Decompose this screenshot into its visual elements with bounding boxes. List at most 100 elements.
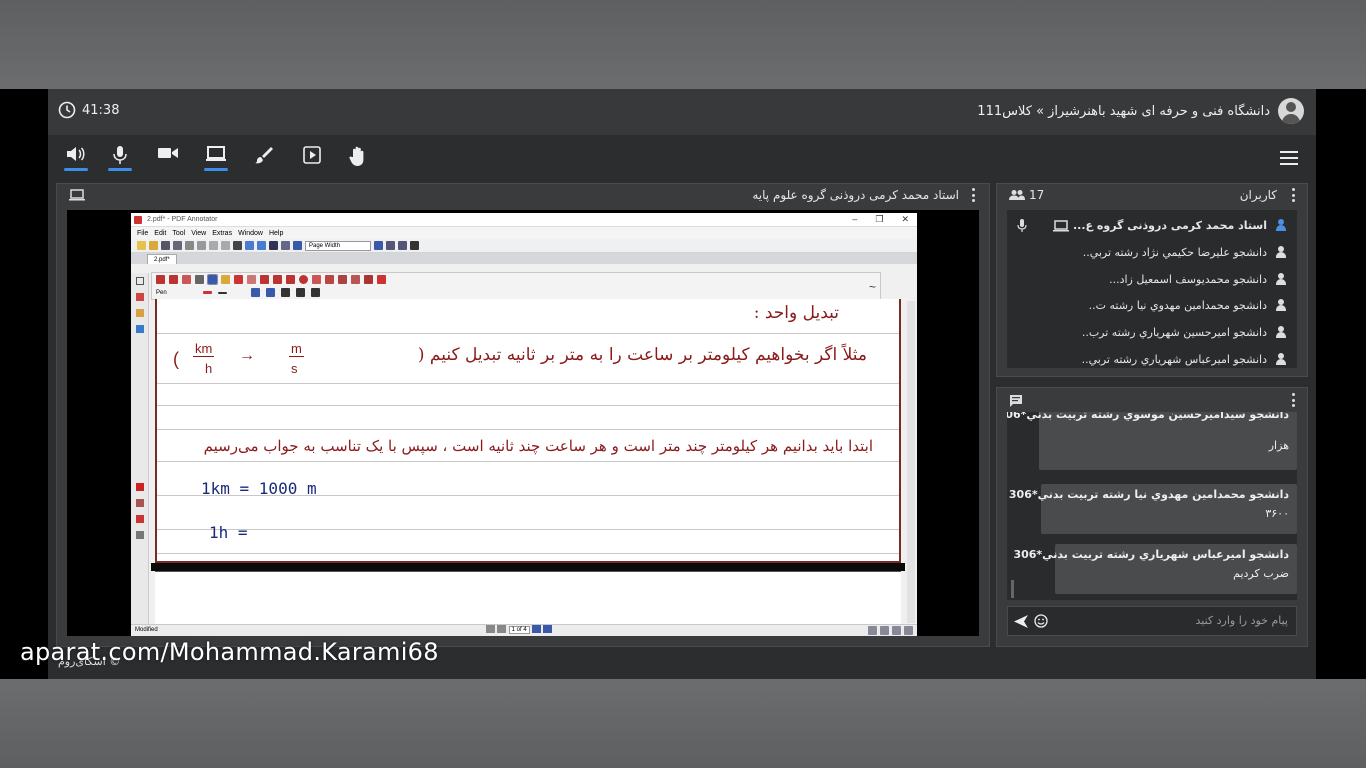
menu-tool[interactable]: Tool — [172, 230, 185, 237]
list-item-host[interactable]: استاد محمد کرمی دروذنی گروه ع... — [1073, 212, 1287, 238]
copy-icon[interactable] — [209, 241, 218, 250]
menu-window[interactable]: Window — [238, 230, 263, 237]
save-icon[interactable] — [161, 241, 170, 250]
ruler-icon[interactable] — [135, 531, 144, 539]
screen-share-icon[interactable] — [204, 145, 228, 171]
zoom-tool-icon[interactable] — [195, 275, 204, 284]
single-page-view-icon[interactable] — [868, 626, 877, 635]
text-box-icon[interactable] — [247, 275, 256, 284]
chat-messages: دانشجو سيداميرحسين موسوي رشته تربيت بدني… — [1007, 412, 1297, 600]
fullscreen-icon[interactable] — [410, 241, 419, 250]
next-page-icon[interactable] — [532, 625, 542, 634]
zoom-select[interactable]: Page Width — [305, 240, 371, 251]
zoom-in-icon[interactable] — [374, 241, 383, 250]
arrow-tool-icon[interactable] — [273, 275, 282, 284]
eraser-icon[interactable] — [182, 275, 191, 284]
pen-tool-icon[interactable] — [207, 274, 218, 285]
raise-hand-icon[interactable] — [346, 145, 370, 171]
paste-icon[interactable] — [221, 241, 230, 250]
list-item[interactable]: دانشجو محمدامين مهدوي نيا رشته ت.. — [1089, 292, 1287, 318]
prev-page-icon[interactable] — [497, 625, 506, 634]
stamp-tool-icon[interactable] — [234, 275, 243, 284]
line-style-icon[interactable] — [217, 291, 227, 294]
maximize-icon[interactable]: ❐ — [875, 214, 883, 225]
chat-input[interactable]: پیام خود را وارد کنید — [1007, 606, 1297, 636]
pressure-icon[interactable] — [265, 288, 275, 297]
smooth-icon[interactable] — [250, 288, 260, 297]
link-tool-icon[interactable] — [325, 275, 334, 284]
microphone-icon[interactable] — [108, 145, 132, 171]
heart-stamp-icon[interactable] — [135, 483, 144, 491]
avatar-icon[interactable] — [1278, 98, 1304, 124]
undo-icon[interactable] — [245, 241, 254, 250]
line-tool-icon[interactable] — [260, 275, 269, 284]
text2-tool-icon[interactable] — [295, 288, 305, 297]
save-all-icon[interactable] — [173, 241, 182, 250]
first-page-icon[interactable] — [486, 625, 495, 634]
menu-file[interactable]: File — [137, 230, 148, 237]
fit-page-icon[interactable] — [386, 241, 395, 250]
minimize-icon[interactable]: – — [852, 214, 857, 225]
highlighter-icon[interactable] — [135, 309, 144, 317]
chat-more-icon[interactable] — [1291, 393, 1295, 407]
delete-icon[interactable] — [233, 241, 242, 250]
monitor-icon[interactable] — [69, 189, 85, 201]
redo-icon[interactable] — [257, 241, 266, 250]
text-tool-icon[interactable] — [280, 288, 290, 297]
users-title: کاربران — [1239, 188, 1277, 202]
list-item[interactable]: دانشجو عليرضا حكيمي نژاد رشته تربي.. — [1083, 239, 1287, 265]
marker-tool-icon[interactable] — [364, 275, 373, 284]
ellipse-tool-icon[interactable] — [299, 275, 308, 284]
new-icon[interactable] — [137, 241, 146, 250]
image-icon[interactable] — [281, 241, 290, 250]
marker-icon[interactable] — [135, 499, 144, 507]
menu-icon[interactable] — [1280, 151, 1298, 165]
find-icon[interactable] — [269, 241, 278, 250]
image-tool-icon[interactable] — [338, 275, 347, 284]
close-icon[interactable]: ✕ — [901, 214, 909, 225]
two-page-view-icon[interactable] — [892, 626, 901, 635]
page-indicator[interactable]: 1 of 4 — [508, 626, 530, 634]
emoji-icon[interactable] — [1034, 614, 1048, 628]
list-item[interactable]: دانشجو اميرعباس شهرياري رشته تربي.. — [1082, 346, 1287, 368]
menu-extras[interactable]: Extras — [212, 230, 232, 237]
squiggle-icon[interactable]: ~ — [869, 280, 876, 294]
users-more-icon[interactable] — [1291, 188, 1295, 202]
list-item[interactable]: دانشجو محمديوسف اسمعيل زاد... — [1109, 266, 1287, 292]
pen-icon[interactable] — [135, 293, 144, 301]
open-icon[interactable] — [149, 241, 158, 250]
brush-icon[interactable] — [252, 145, 276, 171]
tab-document[interactable]: 2.pdf* — [147, 254, 177, 264]
chat-placeholder: پیام خود را وارد کنید — [1195, 614, 1288, 627]
last-page-icon[interactable] — [543, 625, 553, 634]
cut-icon[interactable] — [197, 241, 206, 250]
present-icon[interactable] — [300, 145, 324, 171]
zoom-out-icon[interactable] — [293, 241, 302, 250]
more-options-icon[interactable] — [971, 188, 975, 202]
heart-tool-icon[interactable] — [377, 275, 386, 284]
print-icon[interactable] — [185, 241, 194, 250]
continuous-view-icon[interactable] — [880, 626, 889, 635]
fit-width-icon[interactable] — [398, 241, 407, 250]
speaker-icon[interactable] — [64, 145, 88, 171]
list-item[interactable]: دانشجو اميرحسين شهرياري رشته ترب.. — [1082, 319, 1287, 345]
select2-tool-icon[interactable] — [169, 275, 178, 284]
select-tool-icon[interactable] — [156, 275, 165, 284]
send-icon[interactable] — [1014, 615, 1028, 628]
pdf-scrollbar[interactable] — [907, 301, 915, 623]
menu-view[interactable]: View — [191, 230, 206, 237]
chat-scrollbar[interactable] — [1011, 580, 1014, 598]
highlight-tool-icon[interactable] — [221, 275, 230, 284]
rectangle-tool-icon[interactable] — [286, 275, 295, 284]
menu-edit[interactable]: Edit — [154, 230, 166, 237]
red-pen-icon[interactable] — [135, 515, 144, 523]
color-picker-icon[interactable] — [202, 291, 212, 294]
grid-view-icon[interactable] — [904, 626, 913, 635]
crop-tool-icon[interactable] — [351, 275, 360, 284]
camera-icon[interactable] — [156, 145, 180, 171]
eraser2-icon[interactable] — [312, 275, 321, 284]
note-heading: تبدیل واحد : — [753, 303, 839, 323]
link-icon[interactable] — [135, 325, 144, 333]
menu-help[interactable]: Help — [269, 230, 283, 237]
text3-tool-icon[interactable] — [310, 288, 320, 297]
